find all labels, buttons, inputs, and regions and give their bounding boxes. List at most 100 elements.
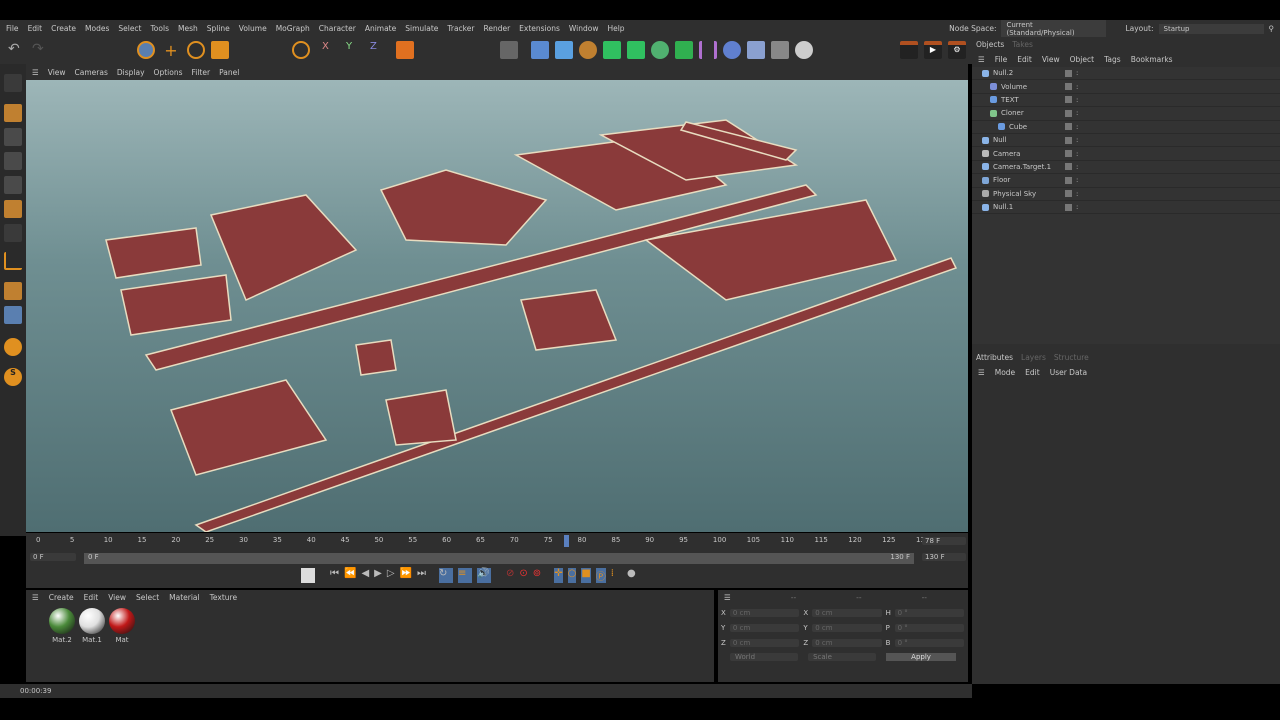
attributes-menu-edit[interactable]: Edit [1025, 368, 1040, 377]
play-icon[interactable]: ▶ [374, 568, 382, 583]
tweak-icon[interactable] [4, 338, 22, 356]
objects-menu-edit[interactable]: Edit [1017, 55, 1032, 64]
menu-character[interactable]: Character [319, 24, 356, 33]
object-row[interactable]: Camera.Target.1: [972, 160, 1280, 175]
visibility-dots-icon[interactable]: : [1076, 176, 1078, 184]
menu-extensions[interactable]: Extensions [519, 24, 560, 33]
field-icon[interactable] [723, 41, 741, 59]
visibility-dots-icon[interactable]: : [1076, 190, 1078, 198]
layer-toggle-icon[interactable] [1065, 150, 1072, 158]
texture-mode-icon[interactable] [4, 128, 22, 146]
pen-spline-icon[interactable] [579, 41, 597, 59]
object-name[interactable]: Camera.Target.1 [993, 163, 1065, 171]
extrude-icon[interactable] [627, 41, 645, 59]
layer-toggle-icon[interactable] [1065, 109, 1072, 117]
coordinate-field[interactable]: 0 cm [812, 623, 882, 632]
hamburger-icon[interactable]: ☰ [32, 68, 39, 77]
layer-toggle-icon[interactable] [1065, 83, 1072, 91]
object-row[interactable]: Floor: [972, 174, 1280, 188]
live-select-icon[interactable] [292, 41, 310, 59]
tab-structure[interactable]: Structure [1054, 353, 1089, 362]
go-to-end-icon[interactable]: ⏭ [417, 568, 426, 583]
scheme-icon[interactable]: ● [627, 568, 636, 583]
object-name[interactable]: Physical Sky [993, 190, 1065, 198]
undo-icon[interactable]: ↶ [8, 41, 26, 59]
rotation-key-icon[interactable]: ○ [567, 568, 577, 583]
snap-icon[interactable] [4, 306, 22, 324]
autokey-icon[interactable]: ⊙ [519, 568, 527, 583]
sculpt-icon[interactable]: S [4, 368, 22, 386]
viewport-menu-filter[interactable]: Filter [192, 68, 211, 77]
timeline-ruler[interactable]: 0 5 10 15 20 25 30 35 40 45 50 55 60 65 70 75 80 85 90 95 10… [36, 533, 929, 550]
tab-layers[interactable]: Layers [1021, 353, 1046, 362]
keyframe-selection-icon[interactable]: ⊚ [533, 568, 541, 583]
menu-window[interactable]: Window [569, 24, 599, 33]
hamburger-icon[interactable]: ☰ [978, 55, 985, 64]
object-row[interactable]: Cube: [972, 120, 1280, 134]
menu-edit[interactable]: Edit [28, 24, 43, 33]
menu-select[interactable]: Select [118, 24, 141, 33]
object-name[interactable]: Floor [993, 176, 1065, 184]
visibility-dots-icon[interactable]: : [1076, 96, 1078, 104]
coordinate-field[interactable]: 0 cm [729, 608, 800, 617]
coordinate-field[interactable]: 0 cm [812, 638, 882, 647]
viewport-menu-options[interactable]: Options [154, 68, 183, 77]
deformer-icon[interactable] [699, 41, 717, 59]
coordinate-field[interactable]: 0 ° [894, 608, 964, 617]
viewport-menu-view[interactable]: View [48, 68, 66, 77]
tab-attributes[interactable]: Attributes [976, 353, 1013, 362]
frame-range-slider[interactable]: 0 F 130 F [84, 553, 914, 564]
coordinate-field[interactable]: 0 cm [729, 638, 800, 647]
null-object-icon[interactable] [531, 41, 549, 59]
menu-tracker[interactable]: Tracker [447, 24, 474, 33]
x-axis-icon[interactable]: X [322, 41, 340, 59]
y-axis-icon[interactable]: Y [346, 41, 364, 59]
go-to-start-icon[interactable]: ⏮ [330, 568, 339, 583]
layer-toggle-icon[interactable] [1065, 163, 1072, 171]
material-menu-material[interactable]: Material [169, 593, 199, 602]
move-icon[interactable]: + [162, 41, 180, 60]
subdivision-icon[interactable] [603, 41, 621, 59]
object-name[interactable]: Null.1 [993, 203, 1065, 211]
point-level-icon[interactable]: ⁞ [611, 568, 614, 583]
workplane-icon[interactable] [4, 282, 22, 300]
parameter-key-icon[interactable]: Ⓟ [595, 568, 606, 583]
polygons-mode-icon[interactable] [4, 200, 22, 218]
edges-mode-icon[interactable] [4, 176, 22, 194]
viewport-menu-panel[interactable]: Panel [219, 68, 239, 77]
record-icon[interactable]: ⊘ [506, 568, 514, 583]
viewport-menu-display[interactable]: Display [117, 68, 145, 77]
cube-icon[interactable] [555, 41, 573, 59]
tab-takes[interactable]: Takes [1012, 40, 1033, 49]
tab-objects[interactable]: Objects [976, 40, 1004, 49]
attributes-menu-mode[interactable]: Mode [995, 368, 1015, 377]
axis-icon[interactable] [4, 252, 22, 270]
mograph-icon[interactable] [675, 41, 693, 59]
object-row[interactable]: Volume: [972, 80, 1280, 94]
objects-menu-tags[interactable]: Tags [1104, 55, 1121, 64]
hamburger-icon[interactable]: ☰ [978, 368, 985, 377]
sound-icon[interactable]: 🔊 [477, 568, 492, 583]
layer-toggle-icon[interactable] [1065, 123, 1072, 131]
render-settings-icon[interactable]: ⚙ [948, 41, 966, 59]
menu-render[interactable]: Render [483, 24, 510, 33]
material-menu-view[interactable]: View [108, 593, 126, 602]
visibility-dots-icon[interactable]: : [1076, 83, 1078, 91]
objects-menu-view[interactable]: View [1042, 55, 1060, 64]
menu-spline[interactable]: Spline [207, 24, 230, 33]
object-row[interactable]: Null.1: [972, 200, 1280, 215]
move-select-icon[interactable] [137, 41, 155, 59]
menu-volume[interactable]: Volume [239, 24, 267, 33]
current-frame-field[interactable]: 78 F [922, 537, 966, 545]
loop-icon[interactable]: ↻ [439, 568, 454, 583]
previous-key-icon[interactable]: ⏪ [344, 568, 356, 583]
coordinate-mode-select[interactable]: World [730, 653, 799, 661]
object-row[interactable]: Null: [972, 133, 1280, 148]
visibility-dots-icon[interactable]: : [1076, 123, 1078, 131]
menu-tools[interactable]: Tools [151, 24, 169, 33]
position-key-icon[interactable]: ✛ [554, 568, 563, 583]
object-name[interactable]: Null.2 [993, 69, 1065, 77]
rotate-icon[interactable] [187, 41, 205, 59]
menu-mograph[interactable]: MoGraph [276, 24, 310, 33]
visibility-dots-icon[interactable]: : [1076, 163, 1078, 171]
